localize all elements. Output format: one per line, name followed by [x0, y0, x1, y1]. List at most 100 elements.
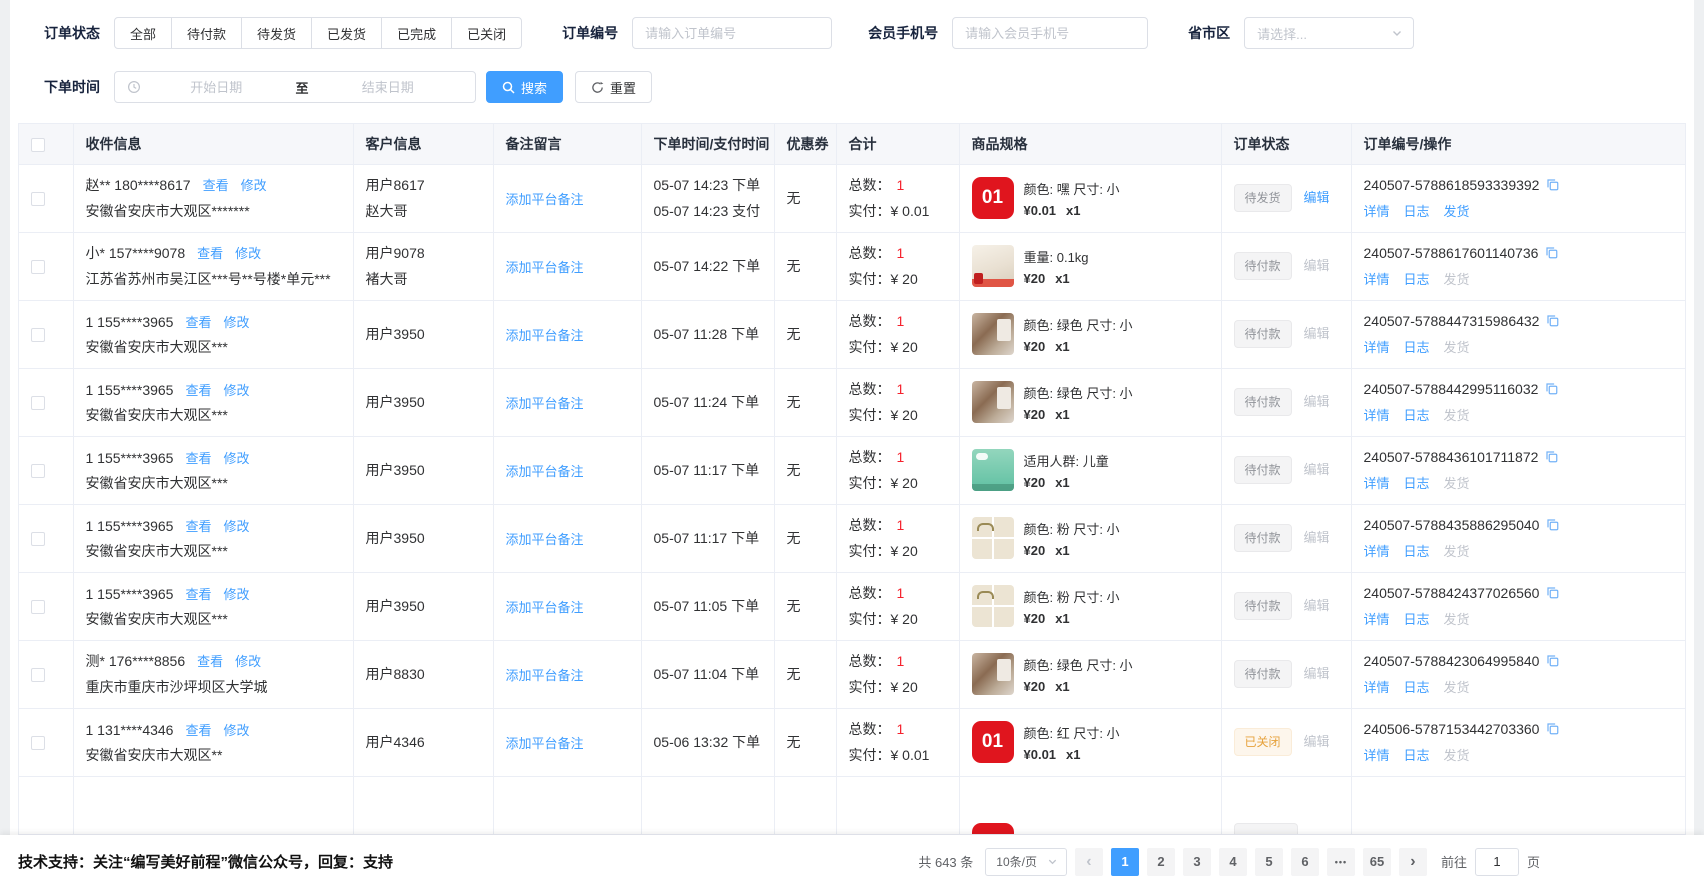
page-button-4[interactable]: 4 — [1219, 848, 1247, 876]
search-button[interactable]: 搜索 — [486, 71, 563, 103]
ship-link[interactable]: 发货 — [1444, 609, 1470, 628]
modify-address-link[interactable]: 修改 — [224, 383, 250, 398]
prev-page-button[interactable]: ‹ — [1075, 848, 1103, 876]
ship-link[interactable]: 发货 — [1444, 541, 1470, 560]
row-checkbox[interactable] — [31, 736, 45, 750]
ship-link[interactable]: 发货 — [1444, 337, 1470, 356]
status-filter-option[interactable]: 待付款 — [171, 17, 242, 49]
log-link[interactable]: 日志 — [1404, 745, 1430, 764]
log-link[interactable]: 日志 — [1404, 337, 1430, 356]
detail-link[interactable]: 详情 — [1364, 745, 1390, 764]
edit-order-link[interactable]: 编辑 — [1304, 326, 1330, 341]
row-checkbox[interactable] — [31, 668, 45, 682]
log-link[interactable]: 日志 — [1404, 677, 1430, 696]
edit-order-link[interactable]: 编辑 — [1304, 258, 1330, 273]
ship-link[interactable]: 发货 — [1444, 677, 1470, 696]
modify-address-link[interactable]: 修改 — [224, 587, 250, 602]
copy-icon[interactable] — [1545, 585, 1560, 600]
status-filter-option[interactable]: 已完成 — [381, 17, 452, 49]
row-checkbox[interactable] — [31, 532, 45, 546]
modify-address-link[interactable]: 修改 — [224, 315, 250, 330]
add-platform-remark-link[interactable]: 添加平台备注 — [506, 260, 584, 275]
edit-order-link[interactable]: 编辑 — [1304, 462, 1330, 477]
edit-order-link[interactable]: 编辑 — [1304, 734, 1330, 749]
edit-order-link[interactable]: 编辑 — [1304, 598, 1330, 613]
view-address-link[interactable]: 查看 — [185, 519, 211, 534]
modify-address-link[interactable]: 修改 — [224, 723, 250, 738]
ship-link[interactable]: 发货 — [1444, 745, 1470, 764]
add-platform-remark-link[interactable]: 添加平台备注 — [506, 532, 584, 547]
status-filter-option[interactable]: 待发货 — [241, 17, 312, 49]
goto-page-input[interactable] — [1475, 848, 1519, 876]
copy-icon[interactable] — [1545, 653, 1560, 668]
row-checkbox[interactable] — [31, 192, 45, 206]
page-button-2[interactable]: 2 — [1147, 848, 1175, 876]
detail-link[interactable]: 详情 — [1364, 201, 1390, 220]
page-button-3[interactable]: 3 — [1183, 848, 1211, 876]
copy-icon[interactable] — [1545, 313, 1560, 328]
view-address-link[interactable]: 查看 — [185, 315, 211, 330]
detail-link[interactable]: 详情 — [1364, 677, 1390, 696]
copy-icon[interactable] — [1545, 177, 1560, 192]
page-button-6[interactable]: 6 — [1291, 848, 1319, 876]
copy-icon[interactable] — [1545, 721, 1560, 736]
add-platform-remark-link[interactable]: 添加平台备注 — [506, 736, 584, 751]
region-select[interactable]: 请选择... — [1244, 17, 1414, 49]
log-link[interactable]: 日志 — [1404, 473, 1430, 492]
page-more-button[interactable]: ••• — [1327, 848, 1355, 876]
start-date-input[interactable] — [141, 79, 292, 96]
log-link[interactable]: 日志 — [1404, 541, 1430, 560]
log-link[interactable]: 日志 — [1404, 201, 1430, 220]
end-date-input[interactable] — [313, 79, 464, 96]
view-address-link[interactable]: 查看 — [197, 246, 223, 261]
status-filter-option[interactable]: 全部 — [114, 17, 172, 49]
add-platform-remark-link[interactable]: 添加平台备注 — [506, 464, 584, 479]
add-platform-remark-link[interactable]: 添加平台备注 — [506, 328, 584, 343]
status-filter-option[interactable]: 已关闭 — [451, 17, 522, 49]
modify-address-link[interactable]: 修改 — [224, 519, 250, 534]
next-page-button[interactable]: › — [1399, 848, 1427, 876]
edit-order-link[interactable]: 编辑 — [1304, 530, 1330, 545]
row-checkbox[interactable] — [31, 396, 45, 410]
detail-link[interactable]: 详情 — [1364, 541, 1390, 560]
edit-order-link[interactable]: 编辑 — [1304, 394, 1330, 409]
add-platform-remark-link[interactable]: 添加平台备注 — [506, 668, 584, 683]
status-filter-option[interactable]: 已发货 — [311, 17, 382, 49]
copy-icon[interactable] — [1544, 381, 1559, 396]
add-platform-remark-link[interactable]: 添加平台备注 — [506, 192, 584, 207]
view-address-link[interactable]: 查看 — [185, 587, 211, 602]
log-link[interactable]: 日志 — [1404, 609, 1430, 628]
view-address-link[interactable]: 查看 — [185, 383, 211, 398]
row-checkbox[interactable] — [31, 464, 45, 478]
ship-link[interactable]: 发货 — [1444, 269, 1470, 288]
log-link[interactable]: 日志 — [1404, 269, 1430, 288]
page-button-65[interactable]: 65 — [1363, 848, 1391, 876]
row-checkbox[interactable] — [31, 600, 45, 614]
edit-order-link[interactable]: 编辑 — [1304, 666, 1330, 681]
ship-link[interactable]: 发货 — [1444, 473, 1470, 492]
page-button-5[interactable]: 5 — [1255, 848, 1283, 876]
modify-address-link[interactable]: 修改 — [235, 246, 261, 261]
detail-link[interactable]: 详情 — [1364, 405, 1390, 424]
modify-address-link[interactable]: 修改 — [241, 178, 267, 193]
view-address-link[interactable]: 查看 — [185, 451, 211, 466]
date-range-picker[interactable]: 至 — [114, 71, 476, 103]
modify-address-link[interactable]: 修改 — [224, 451, 250, 466]
log-link[interactable]: 日志 — [1404, 405, 1430, 424]
modify-address-link[interactable]: 修改 — [235, 654, 261, 669]
page-button-1[interactable]: 1 — [1111, 848, 1139, 876]
add-platform-remark-link[interactable]: 添加平台备注 — [506, 600, 584, 615]
member-phone-input[interactable] — [952, 17, 1148, 49]
add-platform-remark-link[interactable]: 添加平台备注 — [506, 396, 584, 411]
view-address-link[interactable]: 查看 — [197, 654, 223, 669]
copy-icon[interactable] — [1545, 517, 1560, 532]
view-address-link[interactable]: 查看 — [185, 723, 211, 738]
reset-button[interactable]: 重置 — [575, 71, 652, 103]
edit-order-link[interactable]: 编辑 — [1304, 190, 1330, 205]
detail-link[interactable]: 详情 — [1364, 337, 1390, 356]
select-all-checkbox[interactable] — [31, 138, 45, 152]
order-no-input[interactable] — [632, 17, 832, 49]
ship-link[interactable]: 发货 — [1444, 405, 1470, 424]
detail-link[interactable]: 详情 — [1364, 269, 1390, 288]
ship-link[interactable]: 发货 — [1444, 201, 1470, 220]
